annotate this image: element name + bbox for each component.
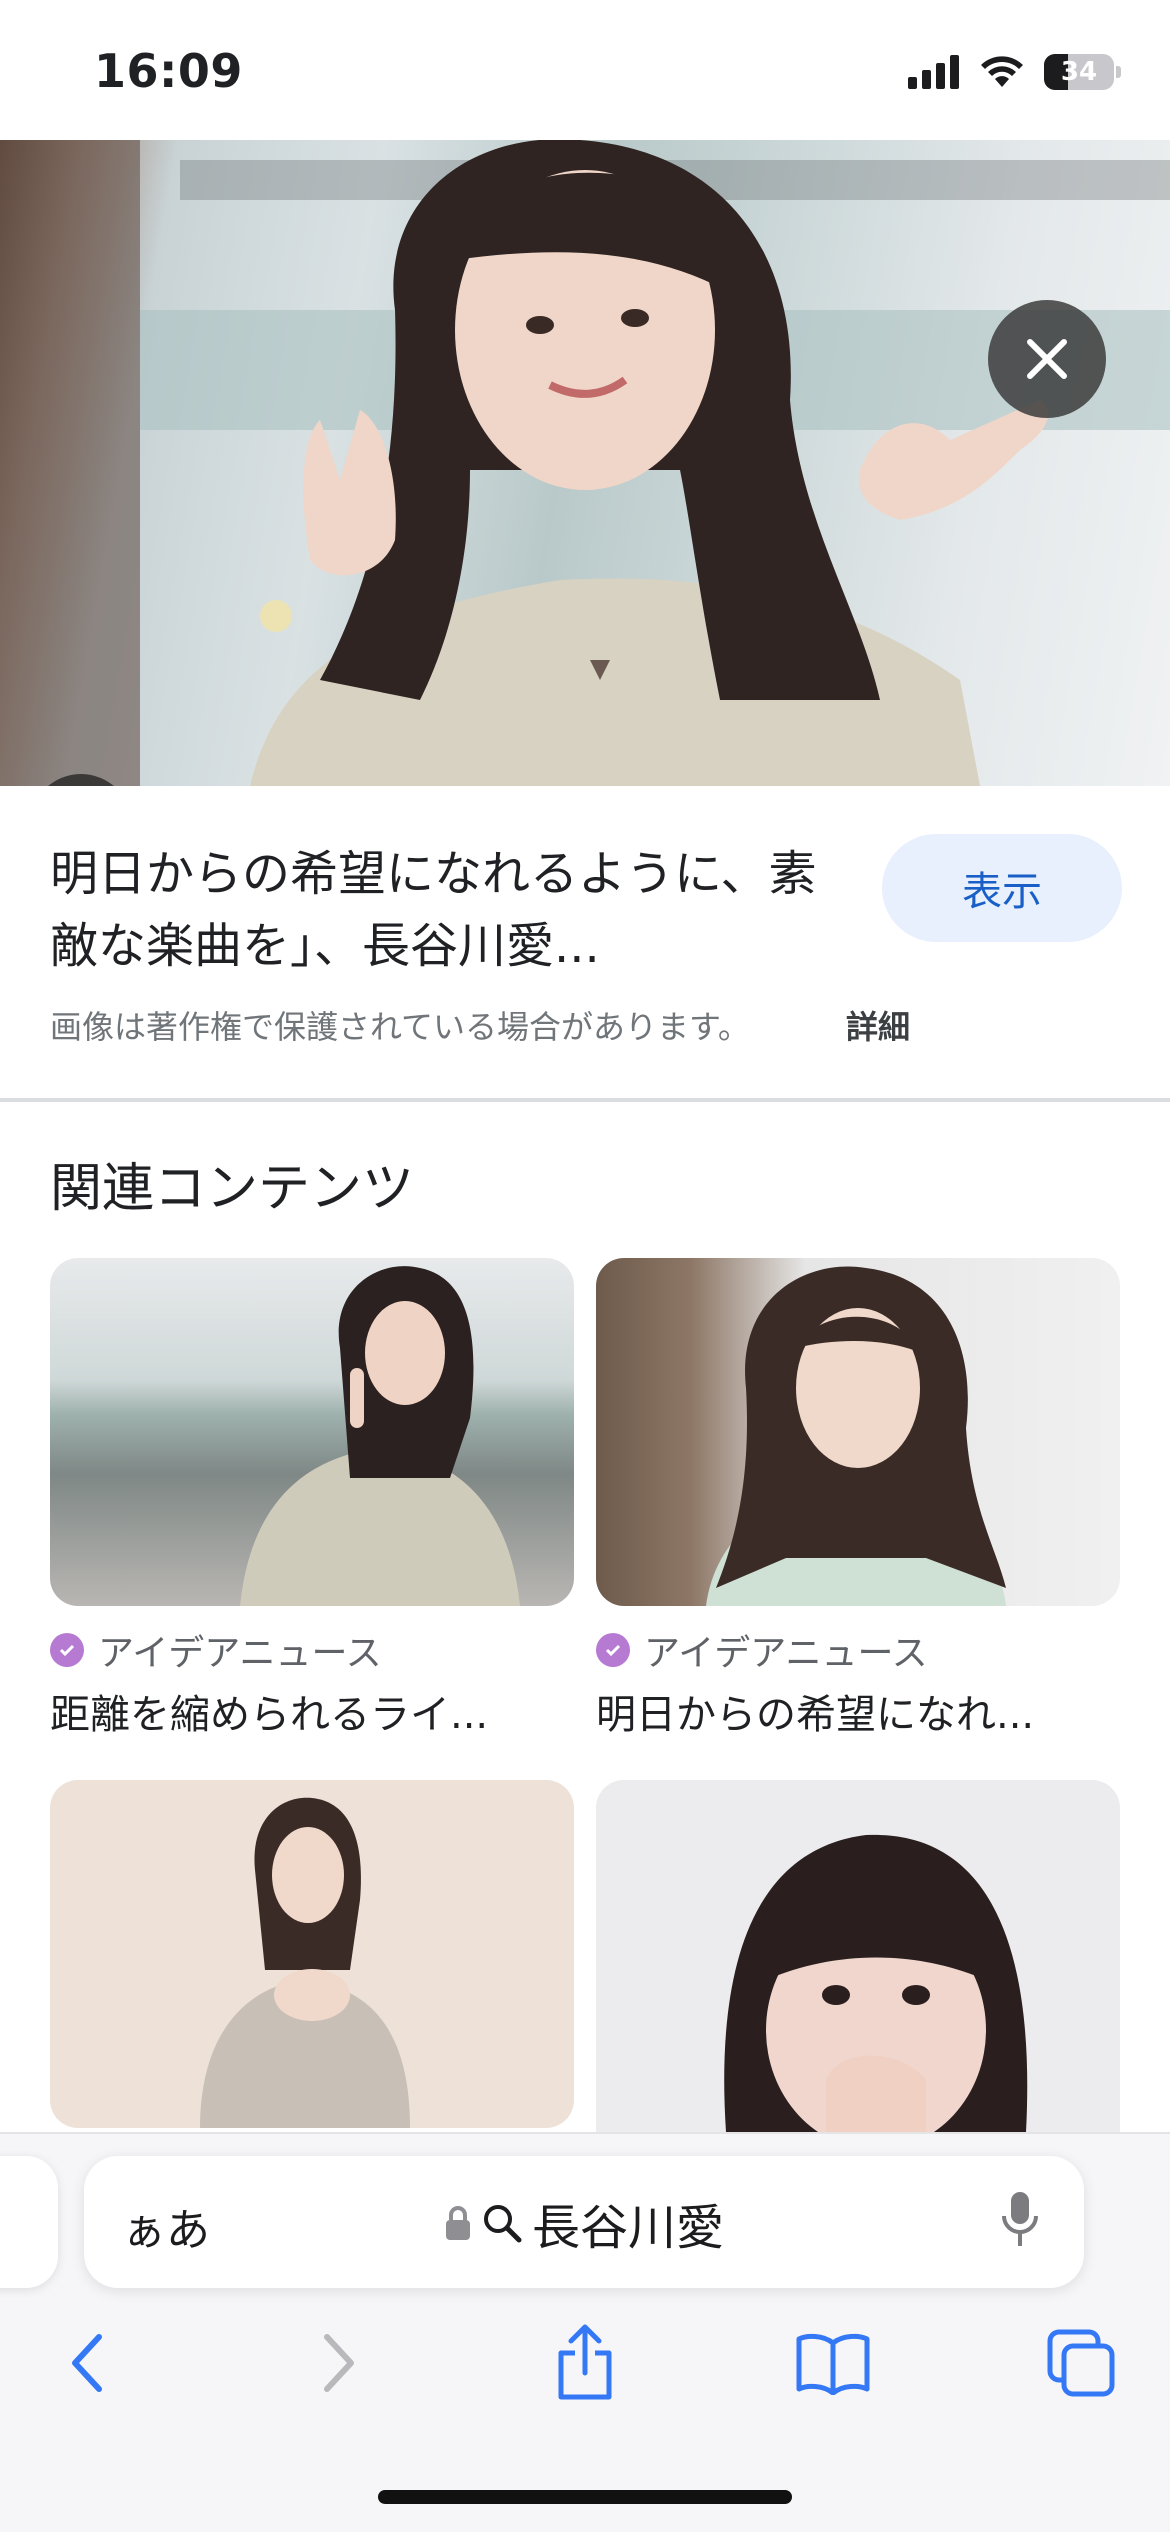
tabs-icon <box>1047 2329 1115 2397</box>
related-thumbnail[interactable] <box>596 1780 1120 2132</box>
related-photo <box>724 1834 1028 2132</box>
related-card[interactable] <box>596 1780 1120 2132</box>
address-bar[interactable]: ぁあ 長谷川愛 <box>84 2156 1084 2288</box>
status-bar: 16:09 34 <box>0 0 1170 140</box>
copyright-notice: 画像は著作権で保護されている場合があります。 <box>50 1008 750 1046</box>
tabs-button[interactable] <box>1036 2318 1126 2408</box>
share-icon <box>558 2324 612 2400</box>
forward-button[interactable] <box>294 2318 384 2408</box>
text-size-button[interactable]: ぁあ <box>122 2194 210 2258</box>
microphone-icon[interactable] <box>1000 2190 1040 2250</box>
close-button[interactable] <box>988 300 1106 418</box>
related-card[interactable]: アイデアニュース 明日からの希望になれ... <box>596 1258 1120 1738</box>
back-chevron-icon <box>72 2334 102 2392</box>
url-text[interactable]: 長谷川愛 <box>532 2188 724 2258</box>
related-card[interactable] <box>50 1780 574 2128</box>
related-title[interactable]: 距離を縮められるライ... <box>50 1682 570 1740</box>
image-title[interactable]: 明日からの希望になれるように、素敵な楽曲を」、長谷川愛... <box>50 838 860 982</box>
previous-tab-preview[interactable] <box>0 2156 58 2288</box>
search-icon <box>484 2205 522 2243</box>
related-source: アイデアニュース <box>50 1624 382 1676</box>
related-thumbnail[interactable] <box>50 1780 574 2128</box>
forward-chevron-icon <box>324 2334 354 2392</box>
bookmarks-icon <box>796 2333 870 2395</box>
related-thumbnail[interactable] <box>596 1258 1120 1606</box>
share-button[interactable] <box>540 2318 630 2408</box>
battery-tip <box>1116 66 1121 78</box>
home-indicator[interactable] <box>378 2490 792 2504</box>
related-photo <box>200 1797 410 2128</box>
wifi-icon <box>981 56 1023 87</box>
url-display[interactable]: 長谷川愛 <box>444 2188 724 2258</box>
status-time: 16:09 <box>94 44 243 98</box>
related-thumbnail[interactable] <box>50 1258 574 1606</box>
related-title[interactable]: 明日からの希望になれ... <box>596 1682 1116 1740</box>
related-photo <box>706 1266 1006 1606</box>
related-source-name: アイデアニュース <box>98 1633 382 1674</box>
close-icon <box>1027 339 1067 379</box>
related-card[interactable]: アイデアニュース 距離を縮められるライ... <box>50 1258 574 1738</box>
battery-indicator: 34 <box>1044 54 1121 90</box>
cellular-signal-icon <box>908 55 959 89</box>
related-content-heading: 関連コンテンツ <box>50 1159 415 1219</box>
details-link[interactable]: 詳細 <box>846 1002 910 1048</box>
hero-image[interactable] <box>0 140 1170 786</box>
related-source: アイデアニュース <box>596 1624 928 1676</box>
verified-badge-icon <box>50 1633 84 1667</box>
lock-icon <box>446 2206 470 2240</box>
back-button[interactable] <box>42 2318 132 2408</box>
related-photo <box>240 1266 520 1606</box>
verified-badge-icon <box>596 1633 630 1667</box>
status-icons: 34 <box>908 52 1121 92</box>
bookmarks-button[interactable] <box>788 2318 878 2408</box>
hero-photo <box>0 140 1170 786</box>
view-button[interactable]: 表示 <box>882 834 1122 942</box>
related-source-name: アイデアニュース <box>644 1633 928 1674</box>
battery-percentage: 34 <box>1060 57 1098 87</box>
browser-toolbar <box>0 2318 1170 2408</box>
section-divider <box>0 1098 1170 1102</box>
